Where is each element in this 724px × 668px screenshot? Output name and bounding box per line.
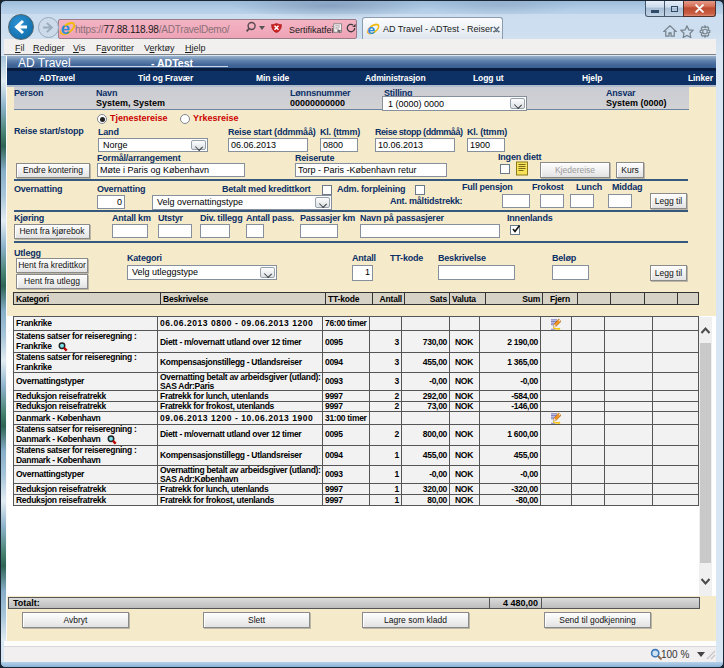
- svg-text:e: e: [61, 20, 70, 37]
